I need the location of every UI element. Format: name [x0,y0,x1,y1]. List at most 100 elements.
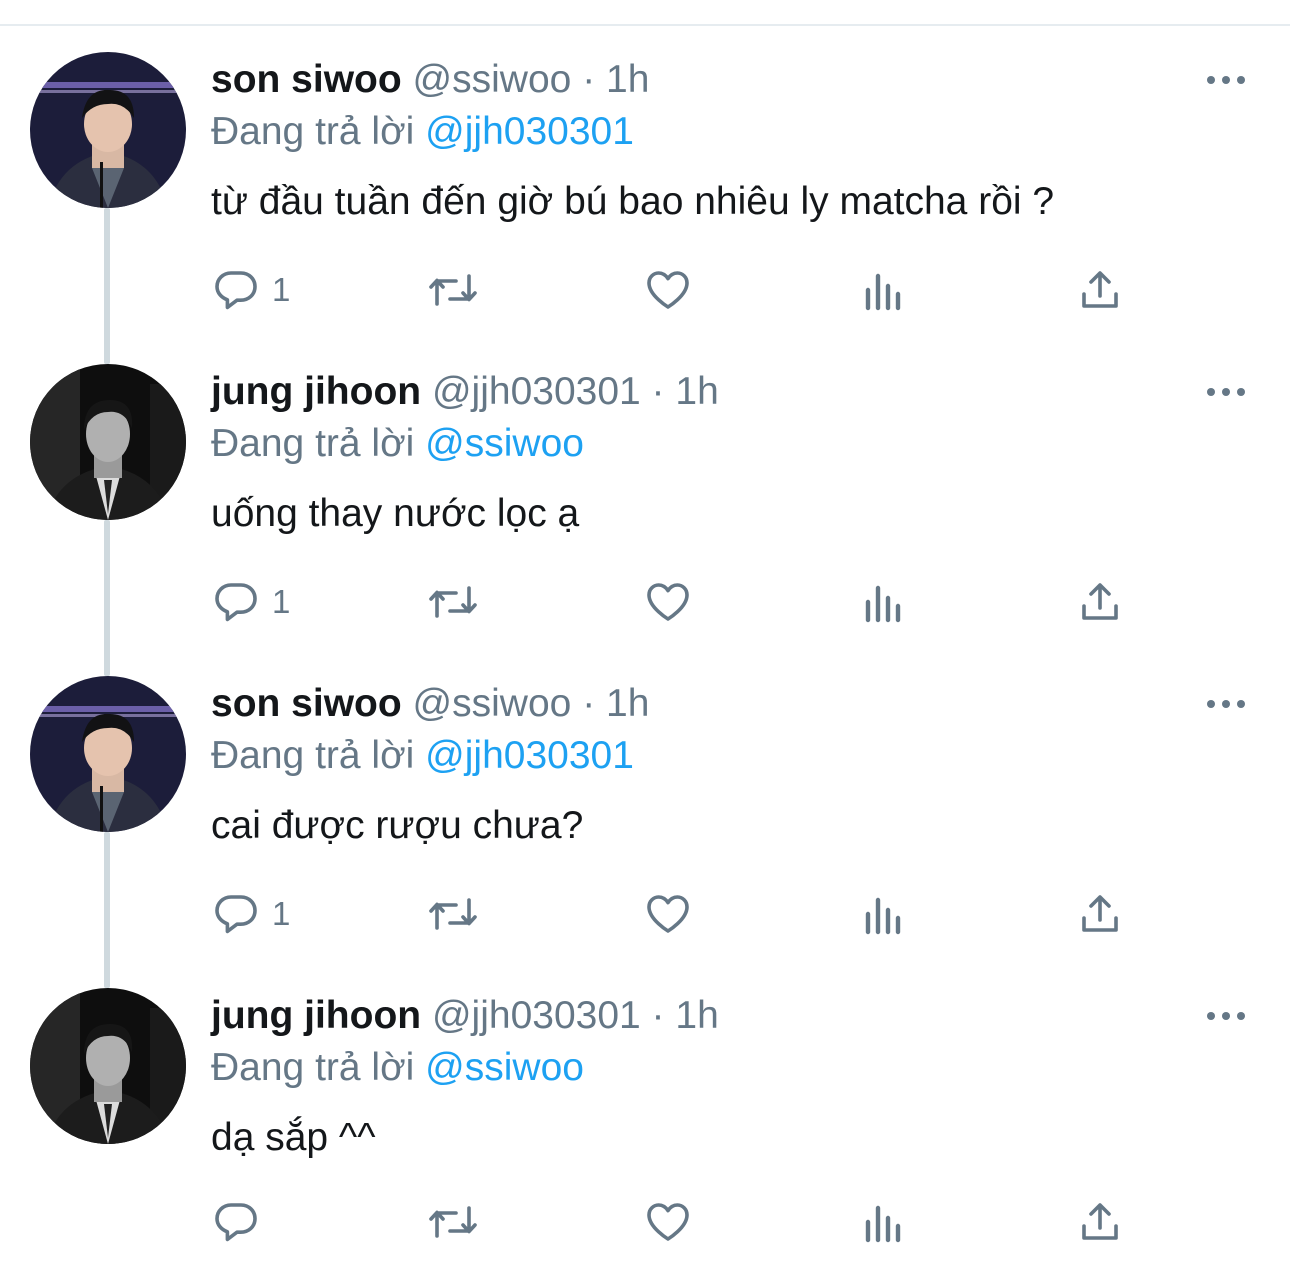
tweet[interactable]: son siwoo @ssiwoo · 1h Đang trả lời @jjh… [0,624,1290,988]
tweet-actions [0,1192,1290,1252]
display-name[interactable]: jung jihoon [211,370,421,413]
tweet-header: jung jihoon @jjh030301 · 1h [211,368,719,416]
replying-to-handle[interactable]: @ssiwoo [425,422,584,465]
avatar-jung-jihoon-image [30,364,186,520]
share-icon [1082,271,1118,308]
separator-dot: · [651,994,665,1037]
avatar-son-siwoo-image [30,676,186,832]
display-name[interactable]: son siwoo [211,58,402,101]
replying-to: Đang trả lời @ssiwoo [211,420,584,468]
share-icon [1082,1203,1118,1240]
timestamp[interactable]: 1h [675,370,718,413]
tweet[interactable]: jung jihoon @jjh030301 · 1h Đang trả lời… [0,312,1290,676]
analytics-button[interactable] [862,260,906,320]
tweet-actions: 1 [0,260,1290,320]
replying-to-handle[interactable]: @jjh030301 [425,110,634,153]
retweet-icon [429,586,477,618]
analytics-button[interactable] [862,572,906,632]
retweet-button[interactable] [426,884,480,944]
separator-dot: · [582,682,596,725]
like-button[interactable] [644,884,692,944]
display-name[interactable]: jung jihoon [211,994,421,1037]
heart-icon [647,271,689,309]
more-icon [1207,700,1245,708]
tweet-header: son siwoo @ssiwoo · 1h [211,56,649,104]
analytics-icon [865,273,901,311]
avatar[interactable] [30,52,186,208]
share-icon [1082,583,1118,620]
share-button[interactable] [1076,572,1124,632]
reply-count: 1 [272,895,291,932]
share-button[interactable] [1076,1192,1124,1252]
display-name[interactable]: son siwoo [211,682,402,725]
share-button[interactable] [1076,884,1124,944]
retweet-button[interactable] [426,572,480,632]
more-options-button[interactable] [1196,62,1256,98]
reply-icon [215,271,257,310]
reply-button[interactable]: 1 [212,884,290,944]
analytics-button[interactable] [862,1192,906,1252]
tweet-text: uống thay nước lọc ạ [211,492,580,535]
tweet-text: dạ sắp ^^ [211,1116,376,1159]
like-button[interactable] [644,572,692,632]
user-handle[interactable]: @ssiwoo [413,682,572,725]
tweet-header: jung jihoon @jjh030301 · 1h [211,992,719,1040]
reply-icon [215,583,257,622]
share-button[interactable] [1076,260,1124,320]
reply-button[interactable]: 1 [212,572,290,632]
more-icon [1207,76,1245,84]
analytics-icon [865,897,901,935]
avatar-jung-jihoon-image [30,988,186,1144]
heart-icon [647,583,689,621]
more-options-button[interactable] [1196,686,1256,722]
reply-icon [215,1203,257,1242]
reply-icon [215,895,257,934]
replying-to-label: Đang trả lời [211,110,415,153]
user-handle[interactable]: @ssiwoo [413,58,572,101]
separator-dot: · [582,58,596,101]
avatar[interactable] [30,988,186,1144]
tweet-header: son siwoo @ssiwoo · 1h [211,680,649,728]
retweet-icon [429,898,477,930]
retweet-button[interactable] [426,260,480,320]
reply-button[interactable]: 1 [212,260,290,320]
replying-to: Đang trả lời @jjh030301 [211,108,634,156]
tweet-text: cai được rượu chưa? [211,804,584,847]
avatar[interactable] [30,676,186,832]
separator-dot: · [651,370,665,413]
timestamp[interactable]: 1h [606,682,649,725]
user-handle[interactable]: @jjh030301 [432,994,641,1037]
heart-icon [647,1203,689,1241]
user-handle[interactable]: @jjh030301 [432,370,641,413]
replying-to-handle[interactable]: @jjh030301 [425,734,634,777]
analytics-button[interactable] [862,884,906,944]
analytics-icon [865,585,901,623]
more-icon [1207,388,1245,396]
tweet[interactable]: jung jihoon @jjh030301 · 1h Đang trả lời… [0,936,1290,1248]
replying-to: Đang trả lời @ssiwoo [211,1044,584,1092]
replying-to-handle[interactable]: @ssiwoo [425,1046,584,1089]
tweet-text: từ đầu tuần đến giờ bú bao nhiêu ly matc… [211,180,1055,223]
reply-thread: son siwoo @ssiwoo · 1h Đang trả lời @jjh… [0,0,1290,1269]
retweet-button[interactable] [426,1192,480,1252]
avatar[interactable] [30,364,186,520]
more-options-button[interactable] [1196,374,1256,410]
reply-button[interactable] [212,1192,272,1252]
tweet-actions: 1 [0,884,1290,944]
like-button[interactable] [644,260,692,320]
timestamp[interactable]: 1h [675,994,718,1037]
tweet-actions: 1 [0,572,1290,632]
heart-icon [647,895,689,933]
replying-to-label: Đang trả lời [211,1046,415,1089]
more-icon [1207,1012,1245,1020]
replying-to: Đang trả lời @jjh030301 [211,732,634,780]
replying-to-label: Đang trả lời [211,734,415,777]
timestamp[interactable]: 1h [606,58,649,101]
retweet-icon [429,1206,477,1238]
reply-count: 1 [272,583,291,620]
replying-to-label: Đang trả lời [211,422,415,465]
share-icon [1082,895,1118,932]
like-button[interactable] [644,1192,692,1252]
more-options-button[interactable] [1196,998,1256,1034]
tweet[interactable]: son siwoo @ssiwoo · 1h Đang trả lời @jjh… [0,0,1290,364]
